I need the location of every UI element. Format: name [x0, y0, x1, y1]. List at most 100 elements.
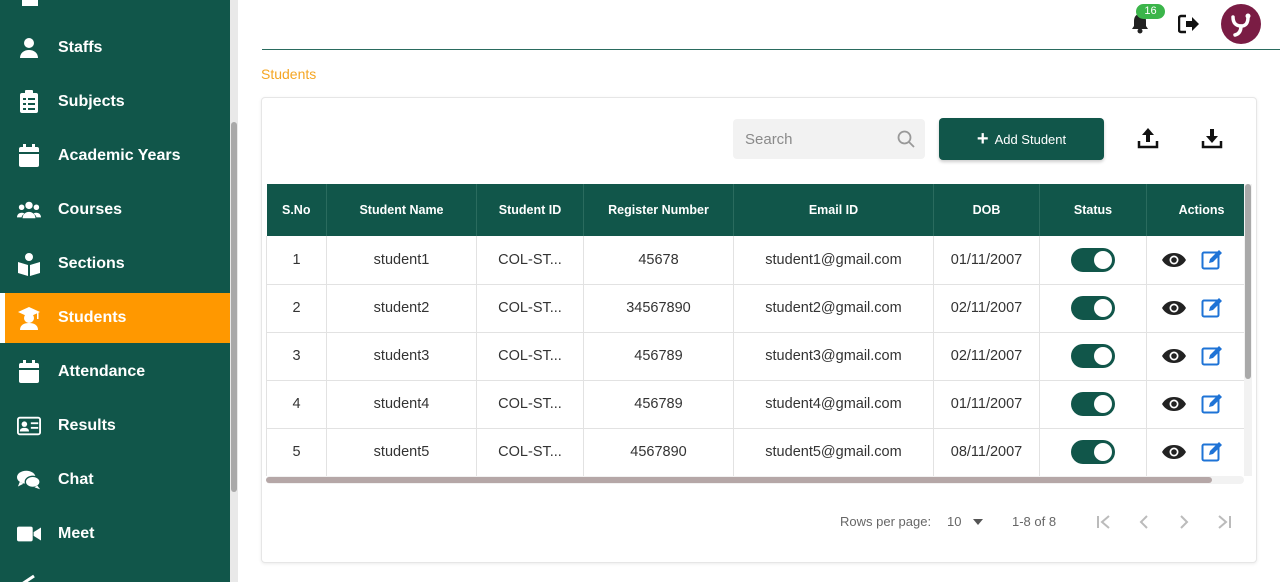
- cell-dob: 01/11/2007: [933, 236, 1040, 285]
- sidebar-item-label: Meet: [58, 525, 95, 542]
- sidebar-item-courses[interactable]: Courses: [0, 185, 230, 235]
- sidebar-item-label: Attendance: [58, 363, 146, 380]
- column-header[interactable]: Register Number: [583, 184, 734, 236]
- status-toggle[interactable]: [1071, 247, 1115, 272]
- table-row: 1 student1 COL-ST... 45678 student1@gmai…: [266, 236, 1244, 285]
- column-header[interactable]: S.No: [266, 184, 327, 236]
- sidebar: Staffs Subjects Academic Years Courses S…: [0, 0, 230, 582]
- sidebar-item-subjects[interactable]: Subjects: [0, 77, 230, 127]
- cell-student-id: COL-ST...: [476, 236, 584, 285]
- chat-icon: [17, 468, 41, 492]
- cell-email: student5@gmail.com: [733, 428, 934, 476]
- column-header[interactable]: Email ID: [733, 184, 934, 236]
- sidebar-item-students[interactable]: Students: [0, 293, 230, 343]
- cell-name: student2: [326, 284, 477, 333]
- status-toggle[interactable]: [1071, 392, 1115, 416]
- download-icon[interactable]: [1200, 126, 1224, 150]
- scrollbar-thumb[interactable]: [231, 122, 237, 492]
- column-header[interactable]: Status: [1039, 184, 1147, 236]
- column-header[interactable]: DOB: [933, 184, 1040, 236]
- sidebar-item-results[interactable]: Results: [0, 401, 230, 451]
- scrollbar-thumb[interactable]: [266, 477, 1212, 483]
- sidebar-item-academic-years[interactable]: Academic Years: [0, 131, 230, 181]
- breadcrumb[interactable]: Students: [261, 66, 316, 82]
- edit-icon[interactable]: [1201, 249, 1223, 271]
- cell-name: student1: [326, 236, 477, 285]
- cell-status: [1039, 380, 1147, 429]
- cell-register-number: 34567890: [583, 284, 734, 333]
- table-horizontal-scrollbar[interactable]: [266, 476, 1244, 484]
- person-icon: [17, 36, 41, 60]
- sidebar-item-sections[interactable]: Sections: [0, 239, 230, 289]
- edit-icon[interactable]: [1201, 393, 1223, 415]
- video-icon: [17, 522, 41, 546]
- table-row: 4 student4 COL-ST... 456789 student4@gma…: [266, 380, 1244, 429]
- edit-icon[interactable]: [1201, 441, 1223, 463]
- previous-page-icon[interactable]: [1134, 512, 1154, 532]
- cell-status: [1039, 428, 1147, 476]
- add-student-label: Add Student: [994, 131, 1067, 147]
- eye-icon[interactable]: [1161, 444, 1187, 460]
- sidebar-item-attendance[interactable]: Attendance: [0, 347, 230, 397]
- cell-name: student3: [326, 332, 477, 381]
- cell-actions: [1146, 332, 1244, 381]
- status-toggle[interactable]: [1071, 296, 1115, 320]
- table-row: 3 student3 COL-ST... 456789 student3@gma…: [266, 332, 1244, 381]
- sidebar-item-meet[interactable]: Meet: [0, 509, 230, 559]
- sidebar-item-staffs[interactable]: Staffs: [0, 23, 230, 73]
- eye-icon[interactable]: [1161, 396, 1187, 412]
- sidebar-scrollbar[interactable]: [230, 0, 238, 582]
- table-vertical-scrollbar[interactable]: [1244, 184, 1252, 476]
- search-icon[interactable]: [897, 130, 915, 148]
- add-student-button[interactable]: + Add Student: [939, 118, 1104, 160]
- rows-per-page-select[interactable]: 10: [947, 514, 984, 529]
- cell-dob: 01/11/2007: [933, 380, 1040, 429]
- eye-icon[interactable]: [1161, 300, 1187, 316]
- column-header[interactable]: Student Name: [326, 184, 477, 236]
- cell-student-id: COL-ST...: [476, 332, 584, 381]
- cell-dob: 08/11/2007: [933, 428, 1040, 476]
- status-toggle[interactable]: [1071, 344, 1115, 368]
- sidebar-item-label: Courses: [58, 201, 123, 218]
- caret-down-icon: [973, 518, 984, 525]
- status-toggle[interactable]: [1071, 440, 1115, 464]
- cell-student-id: COL-ST...: [476, 284, 584, 333]
- sidebar-item-label: Staffs: [58, 39, 103, 56]
- sidebar-item-chat[interactable]: Chat: [0, 455, 230, 505]
- rows-per-page-value: 10: [947, 514, 962, 529]
- cell-sno: 4: [266, 380, 327, 429]
- avatar[interactable]: [1221, 4, 1261, 44]
- upload-icon[interactable]: [1136, 126, 1160, 150]
- header-divider: [262, 49, 1280, 50]
- cell-sno: 5: [266, 428, 327, 476]
- cell-sno: 1: [266, 236, 327, 285]
- next-page-icon[interactable]: [1174, 512, 1194, 532]
- cell-email: student1@gmail.com: [733, 236, 934, 285]
- logout-icon[interactable]: [1177, 14, 1200, 34]
- first-page-icon[interactable]: [1094, 512, 1114, 532]
- cell-sno: 2: [266, 284, 327, 333]
- table-row: 5 student5 COL-ST... 4567890 student5@gm…: [266, 428, 1244, 476]
- table-row: 2 student2 COL-ST... 34567890 student2@g…: [266, 284, 1244, 333]
- edit-icon[interactable]: [1201, 297, 1223, 319]
- edit-icon[interactable]: [1201, 345, 1223, 367]
- cell-email: student4@gmail.com: [733, 380, 934, 429]
- cell-status: [1039, 236, 1147, 285]
- users-icon: [17, 198, 41, 222]
- home-icon: [22, 0, 38, 6]
- eye-icon[interactable]: [1161, 252, 1187, 268]
- column-header[interactable]: Student ID: [476, 184, 584, 236]
- cell-dob: 02/11/2007: [933, 332, 1040, 381]
- sidebar-item-label: Students: [58, 309, 127, 326]
- scrollbar-thumb[interactable]: [1245, 184, 1251, 379]
- cell-name: student5: [326, 428, 477, 476]
- book-reader-icon: [17, 252, 41, 276]
- notification-badge: 16: [1136, 4, 1165, 19]
- last-page-icon[interactable]: [1214, 512, 1234, 532]
- eye-icon[interactable]: [1161, 348, 1187, 364]
- cell-register-number: 456789: [583, 332, 734, 381]
- cell-email: student2@gmail.com: [733, 284, 934, 333]
- calendar-icon: [17, 144, 41, 168]
- students-table: S.No Student Name Student ID Register Nu…: [266, 184, 1244, 476]
- cell-status: [1039, 284, 1147, 333]
